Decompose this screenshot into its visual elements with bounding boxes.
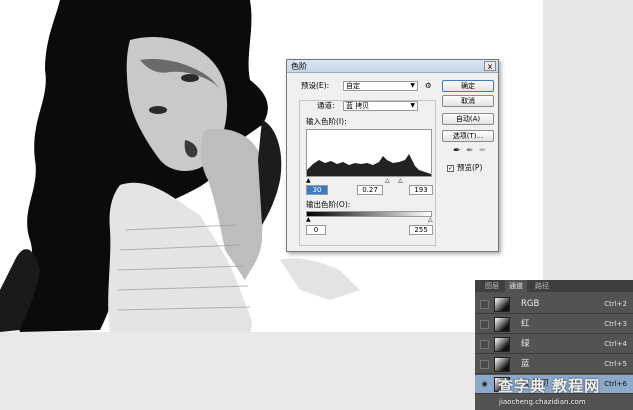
input-black-field[interactable]: 30 bbox=[306, 185, 328, 195]
preset-options-icon[interactable]: ⚙ bbox=[425, 81, 432, 91]
channel-shortcut: Ctrl+2 bbox=[604, 300, 627, 308]
watermark: 查字典 教程网 jiaocheng.chazidian.com bbox=[498, 368, 633, 410]
input-white-slider[interactable]: △ bbox=[398, 178, 403, 184]
tab-channels[interactable]: 通道 bbox=[505, 280, 527, 292]
output-white-slider[interactable]: △ bbox=[428, 217, 433, 223]
preview-label: 预览(P) bbox=[457, 163, 483, 172]
dialog-titlebar[interactable]: 色阶 x bbox=[287, 60, 498, 73]
input-white-field[interactable]: 193 bbox=[409, 185, 433, 195]
white-eyedropper-icon[interactable]: ✒ bbox=[479, 146, 487, 156]
close-button[interactable]: x bbox=[484, 61, 496, 71]
input-gamma-slider[interactable]: △ bbox=[385, 178, 390, 184]
preview-checkbox[interactable]: ✓ bbox=[447, 165, 454, 172]
channel-name: 红 bbox=[521, 319, 530, 329]
channel-name: RGB bbox=[521, 299, 540, 309]
levels-dialog[interactable]: 色阶 x 预设(E): 自定 ▼ ⚙ 通道: 蓝 拷贝 ▼ 输入色阶(I): ▲… bbox=[286, 59, 499, 252]
channel-shortcut: Ctrl+3 bbox=[604, 320, 627, 328]
gray-eyedropper-icon[interactable]: ✒ bbox=[466, 146, 474, 156]
options-button[interactable]: 选项(T)... bbox=[442, 130, 494, 142]
ok-button[interactable]: 确定 bbox=[442, 80, 494, 92]
visibility-toggle[interactable] bbox=[480, 340, 489, 349]
output-black-field[interactable]: 0 bbox=[306, 225, 326, 235]
channel-thumbnail bbox=[494, 297, 510, 312]
input-levels-label: 输入色阶(I): bbox=[306, 117, 347, 126]
output-levels-label: 输出色阶(O): bbox=[306, 200, 351, 209]
histogram bbox=[306, 129, 432, 177]
channel-row-rgb[interactable]: RGB Ctrl+2 bbox=[475, 295, 633, 314]
chevron-down-icon: ▼ bbox=[410, 102, 415, 109]
preset-select[interactable]: 自定 ▼ bbox=[343, 81, 418, 91]
preset-label: 预设(E): bbox=[301, 81, 330, 90]
channel-label: 通道: bbox=[317, 101, 335, 110]
channel-name: 绿 bbox=[521, 339, 530, 349]
black-eyedropper-icon[interactable]: ✒ bbox=[453, 146, 461, 156]
dialog-title: 色阶 bbox=[291, 62, 307, 71]
tab-layers[interactable]: 图层 bbox=[481, 280, 503, 292]
channel-select[interactable]: 蓝 拷贝 ▼ bbox=[343, 101, 418, 111]
channel-row-red[interactable]: 红 Ctrl+3 bbox=[475, 315, 633, 334]
output-gradient bbox=[306, 211, 432, 217]
visibility-toggle[interactable] bbox=[480, 300, 489, 309]
channel-thumbnail bbox=[494, 337, 510, 352]
auto-button[interactable]: 自动(A) bbox=[442, 113, 494, 125]
output-white-field[interactable]: 255 bbox=[409, 225, 433, 235]
visibility-toggle[interactable] bbox=[480, 320, 489, 329]
visibility-toggle[interactable] bbox=[480, 360, 489, 369]
watermark-text: 查字典 教程网 bbox=[498, 377, 601, 395]
output-black-slider[interactable]: ▲ bbox=[306, 217, 311, 223]
cancel-button[interactable]: 取消 bbox=[442, 95, 494, 107]
chevron-down-icon: ▼ bbox=[410, 82, 415, 89]
tab-paths[interactable]: 路径 bbox=[531, 280, 553, 292]
input-black-slider[interactable]: ▲ bbox=[306, 178, 311, 184]
watermark-url: jiaocheng.chazidian.com bbox=[499, 398, 586, 406]
input-gamma-field[interactable]: 0.27 bbox=[357, 185, 383, 195]
channel-value: 蓝 拷贝 bbox=[346, 102, 370, 110]
channel-row-green[interactable]: 绿 Ctrl+4 bbox=[475, 335, 633, 354]
channel-thumbnail bbox=[494, 317, 510, 332]
preset-value: 自定 bbox=[346, 82, 360, 90]
eye-icon[interactable]: ◉ bbox=[480, 380, 489, 389]
panel-tabs: 图层 通道 路径 bbox=[475, 280, 633, 292]
channel-shortcut: Ctrl+4 bbox=[604, 340, 627, 348]
